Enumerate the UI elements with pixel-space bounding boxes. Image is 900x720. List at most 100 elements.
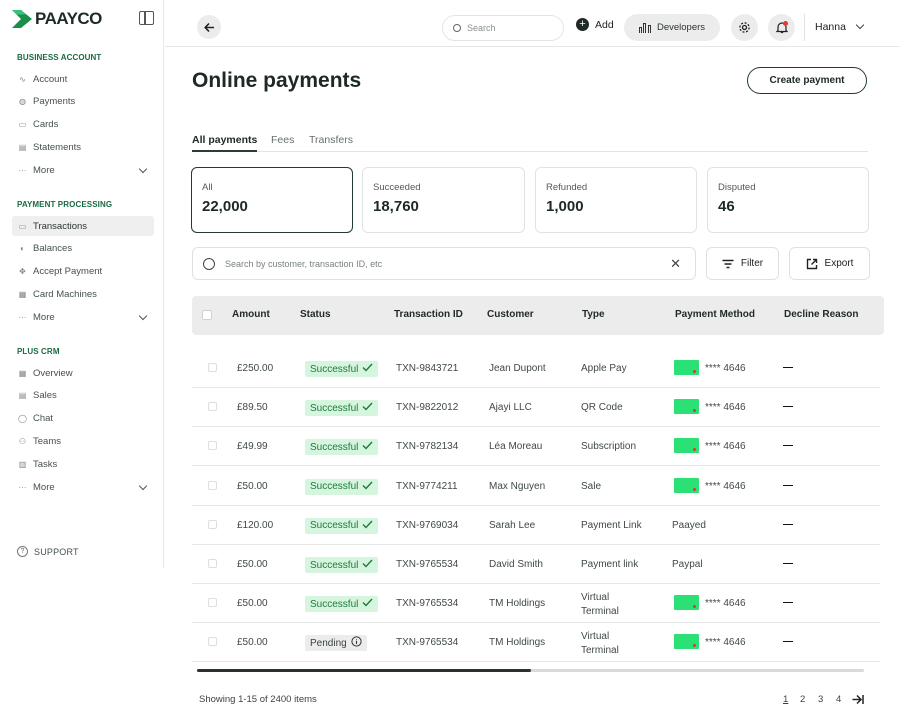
close-icon[interactable]: ✕ — [670, 256, 681, 272]
row-checkbox[interactable] — [208, 559, 217, 568]
sidebar-item-more[interactable]: ··· More — [12, 160, 154, 180]
status-badge: Successful — [305, 596, 379, 613]
search-icon — [453, 24, 461, 32]
table-row[interactable]: £89.50 Successful TXN-9822012 Ajayi LLC QR C… — [192, 388, 880, 428]
sidebar-item-overview[interactable]: ▦ Overview — [12, 363, 154, 383]
scrollbar-thumb[interactable] — [197, 669, 531, 672]
table-row[interactable]: £50.00 Successful TXN-9765534 TM Holdings Vi… — [192, 584, 880, 624]
summary-card-all[interactable]: All 22,000 — [191, 167, 353, 233]
table-row[interactable]: £50.00 Successful TXN-9765534 David Smith Pa… — [192, 545, 880, 584]
payment-method-cell: **** 4646 — [705, 598, 746, 610]
status-badge: Successful — [305, 361, 379, 377]
column-header-payment-method[interactable]: Payment Method — [675, 309, 755, 320]
row-checkbox[interactable] — [208, 363, 217, 372]
amount-cell: £120.00 — [237, 519, 274, 531]
sidebar-item-accept-payment[interactable]: ✥ Accept Payment — [12, 262, 154, 282]
sidebar-item-label: Account — [33, 73, 68, 85]
status-badge: Successful — [305, 439, 379, 456]
row-checkbox[interactable] — [208, 402, 217, 412]
sidebar-item-card-machines[interactable]: ▦ Card Machines — [12, 284, 154, 304]
chevron-down-icon[interactable] — [138, 481, 148, 491]
page-number[interactable]: 2 — [800, 694, 805, 705]
add-button[interactable]: + Add — [576, 18, 614, 31]
credit-card-icon — [674, 399, 699, 415]
customer-cell: TM Holdings — [489, 637, 546, 649]
table-row[interactable]: £49.99 Successful TXN-9782134 Léa Moreau Sub… — [192, 427, 880, 467]
column-header-decline-reason[interactable]: Decline Reason — [784, 309, 858, 320]
row-checkbox[interactable] — [208, 598, 217, 608]
table-row[interactable]: £250.00 Successful TXN-9843721 Jean Dupont A… — [192, 349, 880, 388]
export-button[interactable]: Export — [789, 247, 870, 280]
row-checkbox[interactable] — [208, 441, 217, 451]
row-checkbox[interactable] — [208, 480, 217, 490]
column-header-type[interactable]: Type — [582, 309, 605, 320]
sidebar-item-more[interactable]: ··· More — [12, 477, 154, 497]
sidebar-item-chat[interactable]: ◯ Chat — [12, 409, 154, 429]
collapse-sidebar-icon[interactable] — [139, 11, 154, 25]
summary-card-refunded[interactable]: Refunded 1,000 — [535, 167, 697, 233]
logo-mark-icon — [12, 10, 32, 28]
sidebar-item-transactions[interactable]: ▭ Transactions — [12, 216, 154, 236]
global-search[interactable]: Search — [442, 15, 564, 41]
chevron-down-icon[interactable] — [138, 164, 148, 174]
page-number[interactable]: 1 — [783, 694, 788, 705]
sidebar-item-statements[interactable]: ▤ Statements — [12, 137, 154, 157]
sidebar-item-payments[interactable]: ◍ Payments — [12, 92, 154, 112]
sidebar-item-account[interactable]: ∿ Account — [12, 69, 154, 89]
sidebar-item-balances[interactable]: ◐ Balances — [12, 239, 154, 259]
chevron-down-icon[interactable] — [855, 20, 865, 30]
select-all-checkbox[interactable] — [202, 310, 212, 320]
plus-icon: + — [576, 18, 589, 31]
brand-logo[interactable]: PAAYCO — [12, 9, 102, 29]
table-row[interactable]: £50.00 Successful TXN-9774211 Max Nguyen Sal… — [192, 467, 880, 506]
sidebar-item-label: Payments — [33, 96, 76, 108]
document-icon: ▤ — [18, 142, 27, 152]
column-header-transaction-id[interactable]: Transaction ID — [394, 309, 463, 320]
developers-button[interactable]: Developers — [624, 14, 720, 41]
topbar: Search + Add Developers Hanna — [165, 0, 900, 47]
transaction-search-placeholder: Search by customer, transaction ID, etc — [225, 258, 383, 269]
back-button[interactable] — [197, 15, 221, 39]
sidebar-item-more[interactable]: ··· More — [12, 307, 154, 327]
sidebar-item-cards[interactable]: ▭ Cards — [12, 115, 154, 135]
page-number[interactable]: 3 — [818, 694, 823, 705]
table-row[interactable]: £120.00 Successful TXN-9769034 Sarah Lee Pay… — [192, 506, 880, 545]
credit-card-icon — [674, 595, 699, 611]
sidebar-item-tasks[interactable]: ▥ Tasks — [12, 454, 154, 474]
sidebar-section-title: BUSINESS ACCOUNT — [17, 53, 102, 62]
last-page-icon[interactable] — [852, 694, 864, 705]
status-badge: Pending — [305, 635, 367, 652]
decline-reason-cell: — — [783, 558, 793, 569]
check-icon — [362, 598, 373, 610]
notifications-button[interactable] — [768, 14, 795, 41]
summary-card-succeeded[interactable]: Succeeded 18,760 — [362, 167, 525, 233]
tab-fees[interactable]: Fees — [271, 134, 294, 152]
create-payment-button[interactable]: Create payment — [747, 67, 867, 94]
summary-card-value: 22,000 — [202, 198, 248, 215]
column-header-customer[interactable]: Customer — [487, 309, 534, 320]
settings-button[interactable] — [731, 14, 758, 41]
credit-card-icon — [674, 360, 699, 375]
table-row[interactable]: £50.00 Pending TXN-9765534 TM Holdings Virtu… — [192, 623, 880, 663]
row-checkbox[interactable] — [208, 637, 217, 647]
customer-cell: David Smith — [489, 559, 543, 570]
chevron-down-icon[interactable] — [138, 311, 148, 321]
page-number[interactable]: 4 — [836, 694, 841, 705]
column-header-status[interactable]: Status — [300, 309, 331, 320]
column-header-amount[interactable]: Amount — [232, 309, 270, 320]
tab-transfers[interactable]: Transfers — [309, 134, 353, 152]
topbar-divider — [804, 14, 805, 41]
sidebar-item-teams[interactable]: ⚇ Teams — [12, 431, 154, 451]
sidebar-item-label: Accept Payment — [33, 266, 103, 278]
filter-button[interactable]: Filter — [706, 247, 779, 280]
decline-reason-cell: — — [783, 440, 793, 452]
user-name[interactable]: Hanna — [815, 21, 846, 33]
tab-all-payments[interactable]: All payments — [192, 134, 258, 152]
support-link[interactable]: ? SUPPORT — [17, 546, 79, 557]
summary-card-label: All — [202, 182, 213, 193]
row-checkbox[interactable] — [208, 519, 217, 529]
grid-icon: ▦ — [18, 368, 27, 378]
transaction-search-input[interactable]: Search by customer, transaction ID, etc … — [192, 247, 696, 280]
summary-card-disputed[interactable]: Disputed 46 — [707, 167, 869, 233]
sidebar-item-sales[interactable]: ▤ Sales — [12, 386, 154, 406]
